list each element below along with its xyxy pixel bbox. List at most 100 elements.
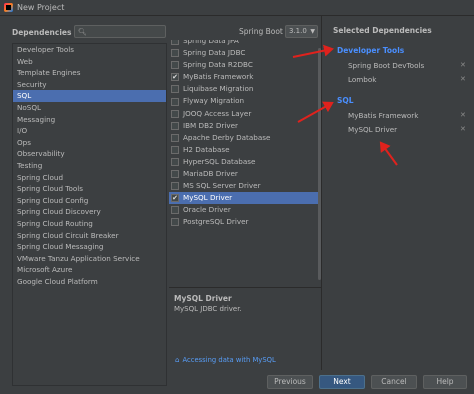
remove-lombok-close-icon[interactable]: ✕ [460, 75, 466, 83]
dependency-label: Spring Data JDBC [183, 48, 246, 58]
guide-link[interactable]: ⌂ Accessing data with MySQL [175, 356, 276, 364]
dependency-item-hypersql-database[interactable]: HyperSQL Database [169, 156, 321, 168]
category-item-sql[interactable]: SQL [13, 90, 166, 102]
dependency-checkbox[interactable] [171, 40, 179, 46]
selected-dep-mysql: MySQL Driver [348, 125, 398, 134]
dependency-item-spring-data-jdbc[interactable]: Spring Data JDBC [169, 47, 321, 59]
dependency-checkbox[interactable]: ✔ [171, 194, 179, 203]
category-item-spring-cloud[interactable]: Spring Cloud [13, 172, 166, 184]
dependency-item-jooq-access-layer[interactable]: JOOQ Access Layer [169, 108, 321, 120]
dependency-checkbox[interactable] [171, 85, 179, 94]
spring-boot-version-value: 3.1.0 [289, 27, 307, 35]
group-developer-tools: Developer Tools [337, 46, 405, 55]
spring-boot-version-select[interactable]: 3.1.0 ▼ [285, 25, 318, 38]
cancel-button[interactable]: Cancel [371, 375, 417, 389]
dependency-item-postgresql-driver[interactable]: PostgreSQL Driver [169, 216, 321, 228]
dependency-label: Spring Data R2DBC [183, 60, 253, 70]
category-list: Developer Tools Web Template Engines Securi… [12, 43, 167, 386]
search-icon: 🔍︎ [78, 27, 87, 36]
dependency-checkbox[interactable] [171, 157, 179, 166]
group-sql: SQL [337, 96, 354, 105]
dependency-item-apache-derby-database[interactable]: Apache Derby Database [169, 132, 321, 144]
dependency-checkbox[interactable] [171, 133, 179, 142]
category-item-google-cloud-platform[interactable]: Google Cloud Platform [13, 276, 166, 288]
category-item-web[interactable]: Web [13, 56, 166, 68]
dependency-checkbox[interactable] [171, 170, 179, 179]
category-item-spring-cloud-config[interactable]: Spring Cloud Config [13, 195, 166, 207]
title-bar: New Project [0, 0, 474, 16]
category-item-i-o[interactable]: I/O [13, 125, 166, 137]
category-item-spring-cloud-routing[interactable]: Spring Cloud Routing [13, 218, 166, 230]
category-item-developer-tools[interactable]: Developer Tools [13, 44, 166, 56]
home-icon: ⌂ [175, 356, 180, 364]
dependency-item-oracle-driver[interactable]: Oracle Driver [169, 204, 321, 216]
dependency-checkbox[interactable] [171, 218, 179, 227]
dependency-item-ms-sql-server-driver[interactable]: MS SQL Server Driver [169, 180, 321, 192]
dependency-item-mysql-driver[interactable]: ✔ MySQL Driver [169, 192, 321, 205]
dependency-item-liquibase-migration[interactable]: Liquibase Migration [169, 83, 321, 95]
remove-devtools-close-icon[interactable]: ✕ [460, 61, 466, 69]
dependency-checkbox[interactable] [171, 61, 179, 70]
dependency-item-spring-data-r2dbc[interactable]: Spring Data R2DBC [169, 59, 321, 71]
description-divider [169, 287, 321, 288]
dependency-item-mariadb-driver[interactable]: MariaDB Driver [169, 168, 321, 180]
chevron-down-icon: ▼ [310, 28, 315, 35]
category-item-observability[interactable]: Observability [13, 148, 166, 160]
category-item-microsoft-azure[interactable]: Microsoft Azure [13, 264, 166, 276]
dependencies-label: Dependencies [12, 28, 72, 37]
description-text: MySQL JDBC driver. [174, 305, 242, 313]
dependency-item-ibm-db2-driver[interactable]: IBM DB2 Driver [169, 120, 321, 132]
category-item-ops[interactable]: Ops [13, 137, 166, 149]
category-item-spring-cloud-tools[interactable]: Spring Cloud Tools [13, 183, 166, 195]
remove-mybatis-close-icon[interactable]: ✕ [460, 111, 466, 119]
previous-button[interactable]: Previous [267, 375, 313, 389]
category-item-spring-cloud-circuit-breaker[interactable]: Spring Cloud Circuit Breaker [13, 230, 166, 242]
categories-pane: Dependencies 🔍︎ Developer Tools Web Templa… [0, 16, 170, 394]
remove-mysql-close-icon[interactable]: ✕ [460, 125, 466, 133]
dependency-item-spring-data-jpa[interactable]: Spring Data JPA [169, 40, 321, 47]
dependency-checkbox[interactable]: ✔ [171, 73, 179, 82]
category-item-vmware-tanzu-application-service[interactable]: VMware Tanzu Application Service [13, 253, 166, 265]
dependencies-pane: Spring Boot 3.1.0 ▼ Spring Data JPA Sprin… [169, 16, 321, 394]
category-item-spring-cloud-discovery[interactable]: Spring Cloud Discovery [13, 206, 166, 218]
dependency-list: Spring Data JPA Spring Data JDBC Spring Da… [169, 40, 321, 286]
dependency-item-mybatis-framework[interactable]: ✔ MyBatis Framework [169, 71, 321, 83]
selected-dep-devtools: Spring Boot DevTools [348, 61, 425, 70]
dependency-label: MariaDB Driver [183, 169, 238, 179]
dependency-label: Oracle Driver [183, 205, 231, 215]
selected-dep-mybatis: MyBatis Framework [348, 111, 419, 120]
next-button[interactable]: Next [319, 375, 365, 389]
dependency-label: MyBatis Framework [183, 72, 254, 82]
dependency-checkbox[interactable] [171, 182, 179, 191]
dependency-label: MS SQL Server Driver [183, 181, 261, 191]
dependency-checkbox[interactable] [171, 121, 179, 130]
category-item-security[interactable]: Security [13, 79, 166, 91]
help-button[interactable]: Help [423, 375, 467, 389]
dependency-label: Spring Data JPA [183, 40, 239, 45]
selected-dependencies-title: Selected Dependencies [333, 26, 432, 35]
search-field[interactable]: 🔍︎ [74, 25, 167, 38]
guide-link-label: Accessing data with MySQL [182, 356, 276, 364]
dependency-label: MySQL Driver [183, 193, 233, 203]
dependency-label: JOOQ Access Layer [183, 108, 252, 118]
category-item-nosql[interactable]: NoSQL [13, 102, 166, 114]
category-item-testing[interactable]: Testing [13, 160, 166, 172]
dependency-checkbox[interactable] [171, 109, 179, 118]
search-input[interactable] [88, 27, 167, 36]
dependency-label: Apache Derby Database [183, 132, 271, 142]
dependency-item-h2-database[interactable]: H2 Database [169, 144, 321, 156]
dependency-label: PostgreSQL Driver [183, 217, 249, 227]
intellij-logo-icon [4, 3, 13, 12]
dependency-item-flyway-migration[interactable]: Flyway Migration [169, 95, 321, 107]
dependency-label: HyperSQL Database [183, 156, 256, 166]
spring-boot-label: Spring Boot [239, 27, 283, 36]
dependency-label: Liquibase Migration [183, 84, 254, 94]
dependency-checkbox[interactable] [171, 97, 179, 106]
dependency-label: IBM DB2 Driver [183, 120, 238, 130]
category-item-spring-cloud-messaging[interactable]: Spring Cloud Messaging [13, 241, 166, 253]
dependency-checkbox[interactable] [171, 145, 179, 154]
category-item-template-engines[interactable]: Template Engines [13, 67, 166, 79]
category-item-messaging[interactable]: Messaging [13, 114, 166, 126]
dependency-checkbox[interactable] [171, 49, 179, 58]
dependency-checkbox[interactable] [171, 206, 179, 215]
